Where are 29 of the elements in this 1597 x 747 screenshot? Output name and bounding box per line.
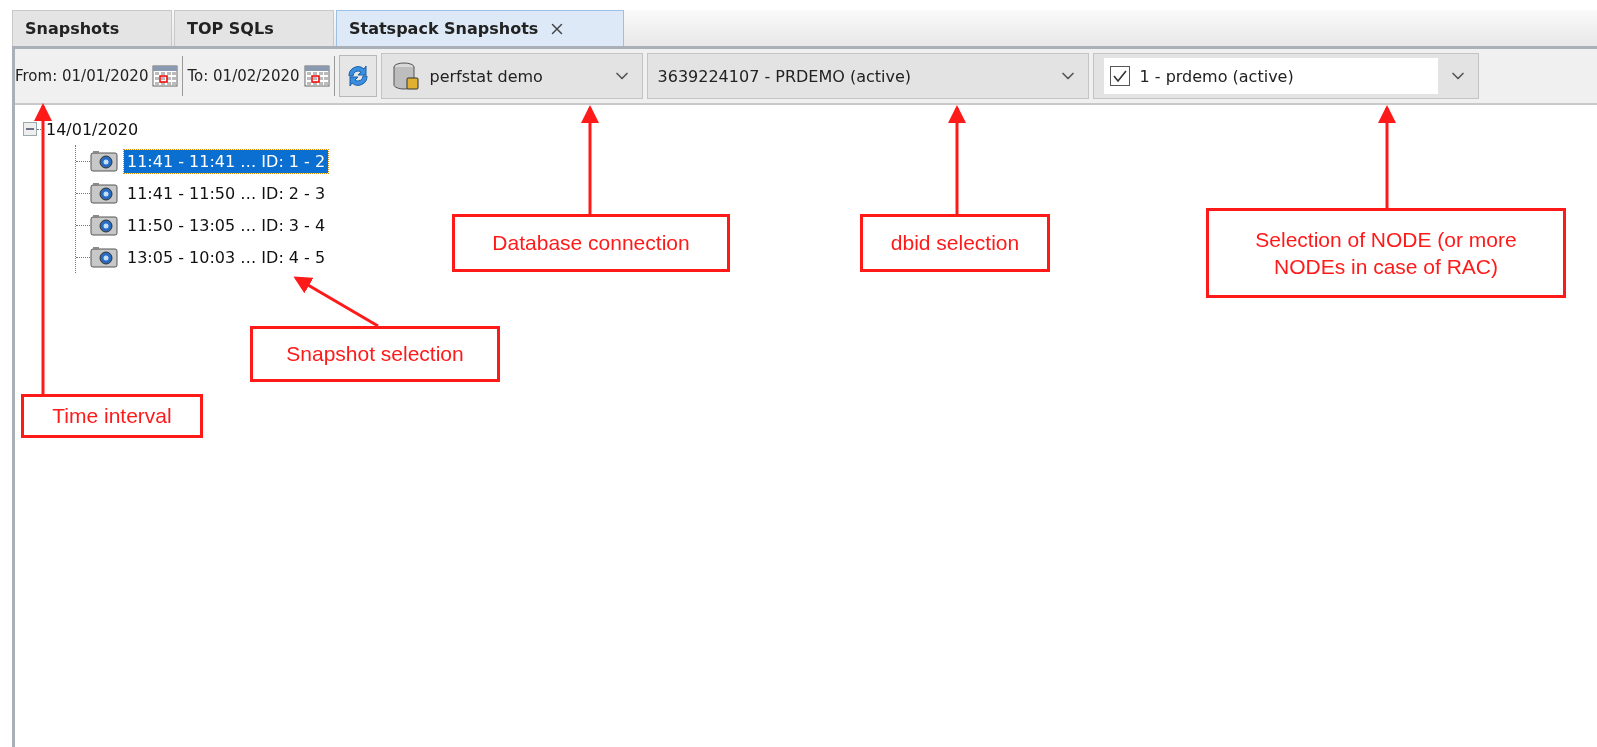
tab[interactable]: Statspack Snapshots [336,10,624,46]
callout-label: dbid selection [860,214,1050,272]
callout-label: Snapshot selection [250,326,500,382]
checkbox[interactable] [1109,66,1130,86]
connection-dropdown[interactable]: perfstat demo [380,53,643,99]
calendar-icon[interactable] [303,65,330,87]
node-dropdown[interactable]: 1 - prdemo (active) [1092,53,1479,99]
database-icon [391,61,420,91]
snapshot-item[interactable]: 13:05 - 10:03 … ID: 4 - 5 [124,245,329,269]
from-date-label: From: 01/01/2020 [15,67,149,85]
callout-label: Database connection [452,214,730,272]
refresh-button[interactable] [338,55,377,97]
calendar-icon[interactable] [152,65,179,87]
tab[interactable]: Snapshots [12,10,172,46]
camera-icon [90,150,118,172]
camera-icon [90,214,118,236]
minus-icon [26,125,34,133]
tree-node[interactable]: 14/01/2020 [43,117,142,141]
tab[interactable]: TOP SQLs [174,10,334,46]
snapshot-item[interactable]: 11:41 - 11:41 … ID: 1 - 2 [124,149,329,173]
snapshot-item[interactable]: 11:41 - 11:50 … ID: 2 - 3 [124,181,329,205]
camera-icon [90,246,118,268]
snapshot-item[interactable]: 11:50 - 13:05 … ID: 3 - 4 [124,213,329,237]
callout-label: Selection of NODE (or more NODEs in case of RAC) [1206,208,1566,298]
to-date-label: To: 01/02/2020 [187,67,300,85]
callout-label: Time interval [21,394,203,438]
camera-icon [90,182,118,204]
dbid-dropdown[interactable]: 3639224107 - PRDEMO (active) [646,53,1089,99]
collapse-toggle[interactable] [23,122,37,136]
